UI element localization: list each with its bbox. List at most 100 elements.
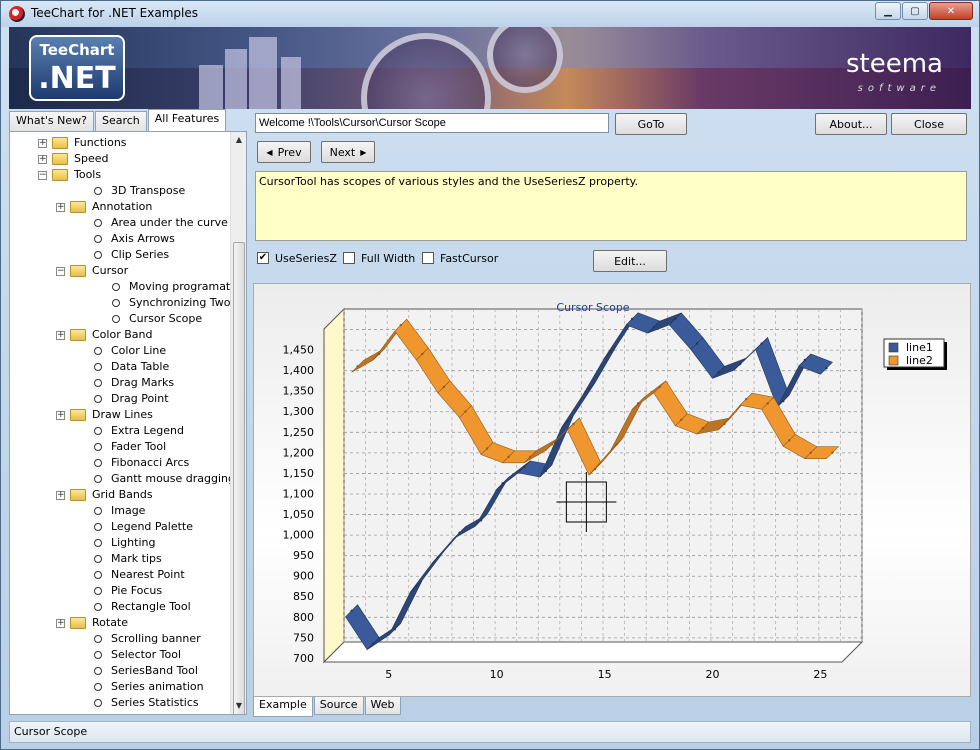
tree-item[interactable]: Drag Point (10, 391, 230, 407)
navigator-tabs: What's New? Search All Features (9, 109, 227, 131)
tree-item[interactable]: + Draw Lines (10, 407, 230, 423)
scroll-thumb[interactable] (233, 242, 245, 714)
tree-item[interactable]: Color Line (10, 343, 230, 359)
tree-item-label: Color Band (92, 328, 153, 341)
tab-search[interactable]: Search (94, 111, 147, 131)
tree-item[interactable]: + Color Band (10, 327, 230, 343)
tree-item[interactable]: Fibonacci Arcs (10, 455, 230, 471)
line1-point (695, 342, 699, 345)
tree-item-label: Pie Focus (111, 584, 163, 597)
tree-item-label: Data Table (111, 360, 170, 373)
tree-item[interactable]: Series Statistics (10, 695, 230, 711)
line2-point (658, 385, 661, 389)
tab-whats-new[interactable]: What's New? (9, 111, 94, 131)
tab-web[interactable]: Web (364, 697, 401, 715)
line2-point (809, 451, 813, 454)
tree-item[interactable]: Mark tips (10, 551, 230, 567)
tree-item-label: Synchronizing Two (129, 296, 231, 309)
leaf-node-icon (94, 667, 102, 675)
tree-item[interactable]: Synchronizing Two (10, 295, 230, 311)
y-tick-label: 1,300 (283, 405, 315, 418)
tree-item[interactable]: 3D Transpose (10, 183, 230, 199)
full-width-checkbox[interactable] (343, 252, 355, 264)
leaf-node-icon (112, 299, 120, 307)
scroll-up-icon[interactable]: ▲ (231, 132, 246, 148)
leaf-node-icon (94, 235, 102, 243)
use-series-z-option[interactable]: ✔ UseSeriesZ (257, 250, 337, 266)
expand-icon[interactable]: + (56, 491, 65, 500)
tree-item[interactable]: + Functions (10, 135, 230, 151)
tree-item[interactable]: Moving programatically (10, 279, 246, 295)
fast-cursor-option[interactable]: FastCursor (422, 250, 498, 266)
expand-icon[interactable]: + (56, 411, 65, 420)
tree-item[interactable]: Drag Marks (10, 375, 230, 391)
tree-item[interactable]: Axis Arrows (10, 231, 230, 247)
next-button[interactable]: Next ▶ (321, 141, 375, 163)
tree-item[interactable]: Clip Series (10, 247, 230, 263)
tree-item[interactable]: Data Table (10, 359, 230, 375)
tree-item[interactable]: Cursor Scope (10, 311, 230, 327)
example-description: CursorTool has scopes of various styles … (255, 171, 967, 241)
tree-item[interactable]: Legend Palette (10, 519, 230, 535)
cursor-scope-chart[interactable]: 700 750 800 850 900 950 1,000 1,050 1,100 1,150 1,… (254, 284, 970, 696)
about-button[interactable]: About... (815, 113, 887, 135)
tree-item[interactable]: + Rotate (10, 615, 230, 631)
tree-item[interactable]: + Grid Bands (10, 487, 230, 503)
minimize-button[interactable]: ▁ (875, 2, 901, 20)
close-window-button[interactable]: ✕ (929, 2, 973, 20)
goto-button[interactable]: GoTo (615, 113, 687, 135)
tree-item[interactable]: Image (10, 503, 230, 519)
expand-icon[interactable]: + (56, 203, 65, 212)
tree-item[interactable]: Scrolling banner (10, 631, 230, 647)
tree-item[interactable]: Extra Legend (10, 423, 230, 439)
tree-item[interactable]: Series animation (10, 679, 230, 695)
tree-item-label: Series Statistics (111, 696, 199, 709)
tree-item-label: Annotation (92, 200, 153, 213)
tree-item-label: Cursor Scope (129, 312, 203, 325)
chart-area[interactable]: 700 750 800 850 900 950 1,000 1,050 1,100 1,150 1,… (253, 283, 971, 697)
prev-arrow-icon: ◀ (266, 147, 273, 157)
tree-item[interactable]: Rectangle Tool (10, 599, 230, 615)
expand-icon[interactable]: + (56, 331, 65, 340)
tree-item[interactable]: + Speed (10, 151, 230, 167)
y-tick-label: 1,200 (283, 446, 315, 459)
full-width-option[interactable]: Full Width (343, 250, 415, 266)
tree-item[interactable]: Nearest Point (10, 567, 230, 583)
maximize-button[interactable]: ▢ (902, 2, 928, 20)
path-input[interactable] (255, 113, 609, 133)
tree-item[interactable]: Fader Tool (10, 439, 230, 455)
scroll-down-icon[interactable]: ▼ (231, 698, 246, 714)
tree-item[interactable]: − Cursor (10, 263, 230, 279)
tree-item-label: Mark tips (111, 552, 162, 565)
leaf-node-icon (94, 251, 102, 259)
leaf-node-icon (94, 379, 102, 387)
tree-item[interactable]: Area under the curve (10, 215, 230, 231)
use-series-z-checkbox[interactable]: ✔ (257, 252, 269, 264)
tab-source[interactable]: Source (313, 697, 364, 715)
tree-item[interactable]: SeriesBand Tool (10, 663, 230, 679)
tab-all-features[interactable]: All Features (147, 109, 227, 131)
expand-icon[interactable]: + (56, 619, 65, 628)
close-button[interactable]: Close (891, 113, 967, 135)
tab-example[interactable]: Example (253, 697, 313, 717)
fast-cursor-checkbox[interactable] (422, 252, 434, 264)
tree-item[interactable]: Selector Tool (10, 647, 230, 663)
expand-icon[interactable]: + (38, 155, 47, 164)
expand-icon[interactable]: + (38, 139, 47, 148)
description-text: CursorTool has scopes of various styles … (259, 175, 639, 188)
tree-item[interactable]: Lighting (10, 535, 230, 551)
tree-item[interactable]: − Tools (10, 167, 230, 183)
line2-point (377, 352, 381, 356)
tree-item[interactable]: Pie Focus (10, 583, 230, 599)
leaf-node-icon (94, 475, 102, 483)
full-width-label: Full Width (361, 251, 416, 265)
collapse-icon[interactable]: − (56, 267, 65, 276)
tree-item-label: Draw Lines (92, 408, 153, 421)
collapse-icon[interactable]: − (38, 171, 47, 180)
prev-button[interactable]: ◀ Prev (257, 141, 311, 163)
tree-scrollbar[interactable]: ▲ ▼ (230, 132, 246, 714)
tree-item[interactable]: + Annotation (10, 199, 230, 215)
edit-button[interactable]: Edit... (593, 250, 667, 272)
tree-item[interactable]: Gantt mouse dragging (10, 471, 235, 487)
y-tick-label: 950 (293, 549, 314, 562)
